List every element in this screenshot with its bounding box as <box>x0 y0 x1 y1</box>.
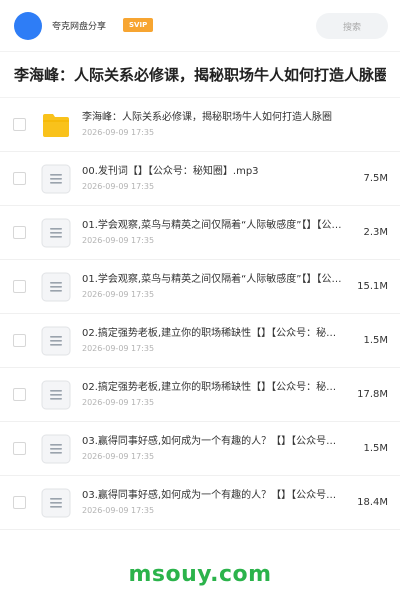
folder-row[interactable]: 李海峰：人际关系必修课，揭秘职场牛人如何打造人脉圈 2026-09-09 17:3… <box>0 98 400 152</box>
file-row[interactable]: 02.搞定强势老板,建立你的职场稀缺性【】【公众号：秘知圈】.mp3 2026-0… <box>0 314 400 368</box>
file-info: 03.赢得同事好感,如何成为一个有趣的人？【】【公众号：秘知圈】.mp3 2026… <box>82 435 344 462</box>
file-size: 1.5M <box>363 443 388 454</box>
file-size: 2.3M <box>363 227 388 238</box>
file-row[interactable]: 00.发刊词【】【公众号：秘知圈】.mp3 2026-09-09 17:35 7.5… <box>0 152 400 206</box>
file-name[interactable]: 01.学会观察,菜鸟与精英之间仅隔着“人际敏感度”【】【公众号：秘知圈】.mp3 <box>82 219 344 233</box>
file-row[interactable]: 01.学会观察,菜鸟与精英之间仅隔着“人际敏感度”【】【公众号：秘知圈】.mp3… <box>0 206 400 260</box>
page-title: 李海峰：人际关系必修课，揭秘职场牛人如何打造人脉圈 <box>14 66 386 84</box>
watermark: msouy.com <box>128 562 272 587</box>
folder-icon <box>40 109 72 141</box>
file-size: 1.5M <box>363 335 388 346</box>
svip-badge: SVIP <box>123 17 154 32</box>
file-name[interactable]: 01.学会观察,菜鸟与精英之间仅隔着“人际敏感度”【】【公众号：秘知圈】.mp4 <box>82 273 344 287</box>
file-size: 18.4M <box>357 497 388 508</box>
file-icon <box>40 487 72 519</box>
file-date: 2026-09-09 17:35 <box>82 182 155 191</box>
file-list: 李海峰：人际关系必修课，揭秘职场牛人如何打造人脉圈 2026-09-09 17:3… <box>0 98 400 530</box>
select-checkbox[interactable] <box>13 226 26 239</box>
select-checkbox[interactable] <box>13 388 26 401</box>
file-size: 17.8M <box>357 389 388 400</box>
file-size: 15.1M <box>357 281 388 292</box>
select-checkbox[interactable] <box>13 118 26 131</box>
file-date: 2026-09-09 17:35 <box>82 344 155 353</box>
app-header: 夸克网盘分享 SVIP 搜索 <box>0 0 400 52</box>
file-date: 2026-09-09 17:35 <box>82 398 155 407</box>
file-date: 2026-09-09 17:35 <box>82 452 155 461</box>
file-info: 03.赢得同事好感,如何成为一个有趣的人？【】【公众号：秘知圈】.mp4 2026… <box>82 489 344 516</box>
file-row[interactable]: 03.赢得同事好感,如何成为一个有趣的人？【】【公众号：秘知圈】.mp3 2026… <box>0 422 400 476</box>
file-info: 李海峰：人际关系必修课，揭秘职场牛人如何打造人脉圈 2026-09-09 17:3… <box>82 111 344 138</box>
select-checkbox[interactable] <box>13 280 26 293</box>
file-icon <box>40 217 72 249</box>
select-checkbox[interactable] <box>13 442 26 455</box>
file-info: 01.学会观察,菜鸟与精英之间仅隔着“人际敏感度”【】【公众号：秘知圈】.mp3… <box>82 219 344 246</box>
file-icon <box>40 163 72 195</box>
file-name[interactable]: 03.赢得同事好感,如何成为一个有趣的人？【】【公众号：秘知圈】.mp4 <box>82 489 344 503</box>
file-icon <box>40 379 72 411</box>
file-size: 7.5M <box>363 173 388 184</box>
file-name[interactable]: 00.发刊词【】【公众号：秘知圈】.mp3 <box>82 165 344 179</box>
file-icon <box>40 325 72 357</box>
select-checkbox[interactable] <box>13 172 26 185</box>
file-name[interactable]: 李海峰：人际关系必修课，揭秘职场牛人如何打造人脉圈 <box>82 111 344 125</box>
file-date: 2026-09-09 17:35 <box>82 506 155 515</box>
file-row[interactable]: 01.学会观察,菜鸟与精英之间仅隔着“人际敏感度”【】【公众号：秘知圈】.mp4… <box>0 260 400 314</box>
file-date: 2026-09-09 17:35 <box>82 128 155 137</box>
select-checkbox[interactable] <box>13 496 26 509</box>
file-info: 00.发刊词【】【公众号：秘知圈】.mp3 2026-09-09 17:35 <box>82 165 344 192</box>
file-date: 2026-09-09 17:35 <box>82 236 155 245</box>
file-name[interactable]: 03.赢得同事好感,如何成为一个有趣的人？【】【公众号：秘知圈】.mp3 <box>82 435 344 449</box>
file-info: 02.搞定强势老板,建立你的职场稀缺性【】【公众号：秘知圈】.mp3 2026-0… <box>82 327 344 354</box>
search-button[interactable]: 搜索 <box>316 13 388 39</box>
file-name[interactable]: 02.搞定强势老板,建立你的职场稀缺性【】【公众号：秘知圈】.mp3 <box>82 327 344 341</box>
file-date: 2026-09-09 17:35 <box>82 290 155 299</box>
file-icon <box>40 433 72 465</box>
file-info: 01.学会观察,菜鸟与精英之间仅隔着“人际敏感度”【】【公众号：秘知圈】.mp4… <box>82 273 344 300</box>
file-row[interactable]: 02.搞定强势老板,建立你的职场稀缺性【】【公众号：秘知圈】.mp4 2026-0… <box>0 368 400 422</box>
file-row[interactable]: 03.赢得同事好感,如何成为一个有趣的人？【】【公众号：秘知圈】.mp4 2026… <box>0 476 400 530</box>
file-icon <box>40 271 72 303</box>
site-name: 夸克网盘分享 <box>52 22 107 32</box>
select-checkbox[interactable] <box>13 334 26 347</box>
share-title-bar: 李海峰：人际关系必修课，揭秘职场牛人如何打造人脉圈 <box>0 52 400 98</box>
file-name[interactable]: 02.搞定强势老板,建立你的职场稀缺性【】【公众号：秘知圈】.mp4 <box>82 381 344 395</box>
file-info: 02.搞定强势老板,建立你的职场稀缺性【】【公众号：秘知圈】.mp4 2026-0… <box>82 381 344 408</box>
avatar[interactable] <box>14 11 42 40</box>
